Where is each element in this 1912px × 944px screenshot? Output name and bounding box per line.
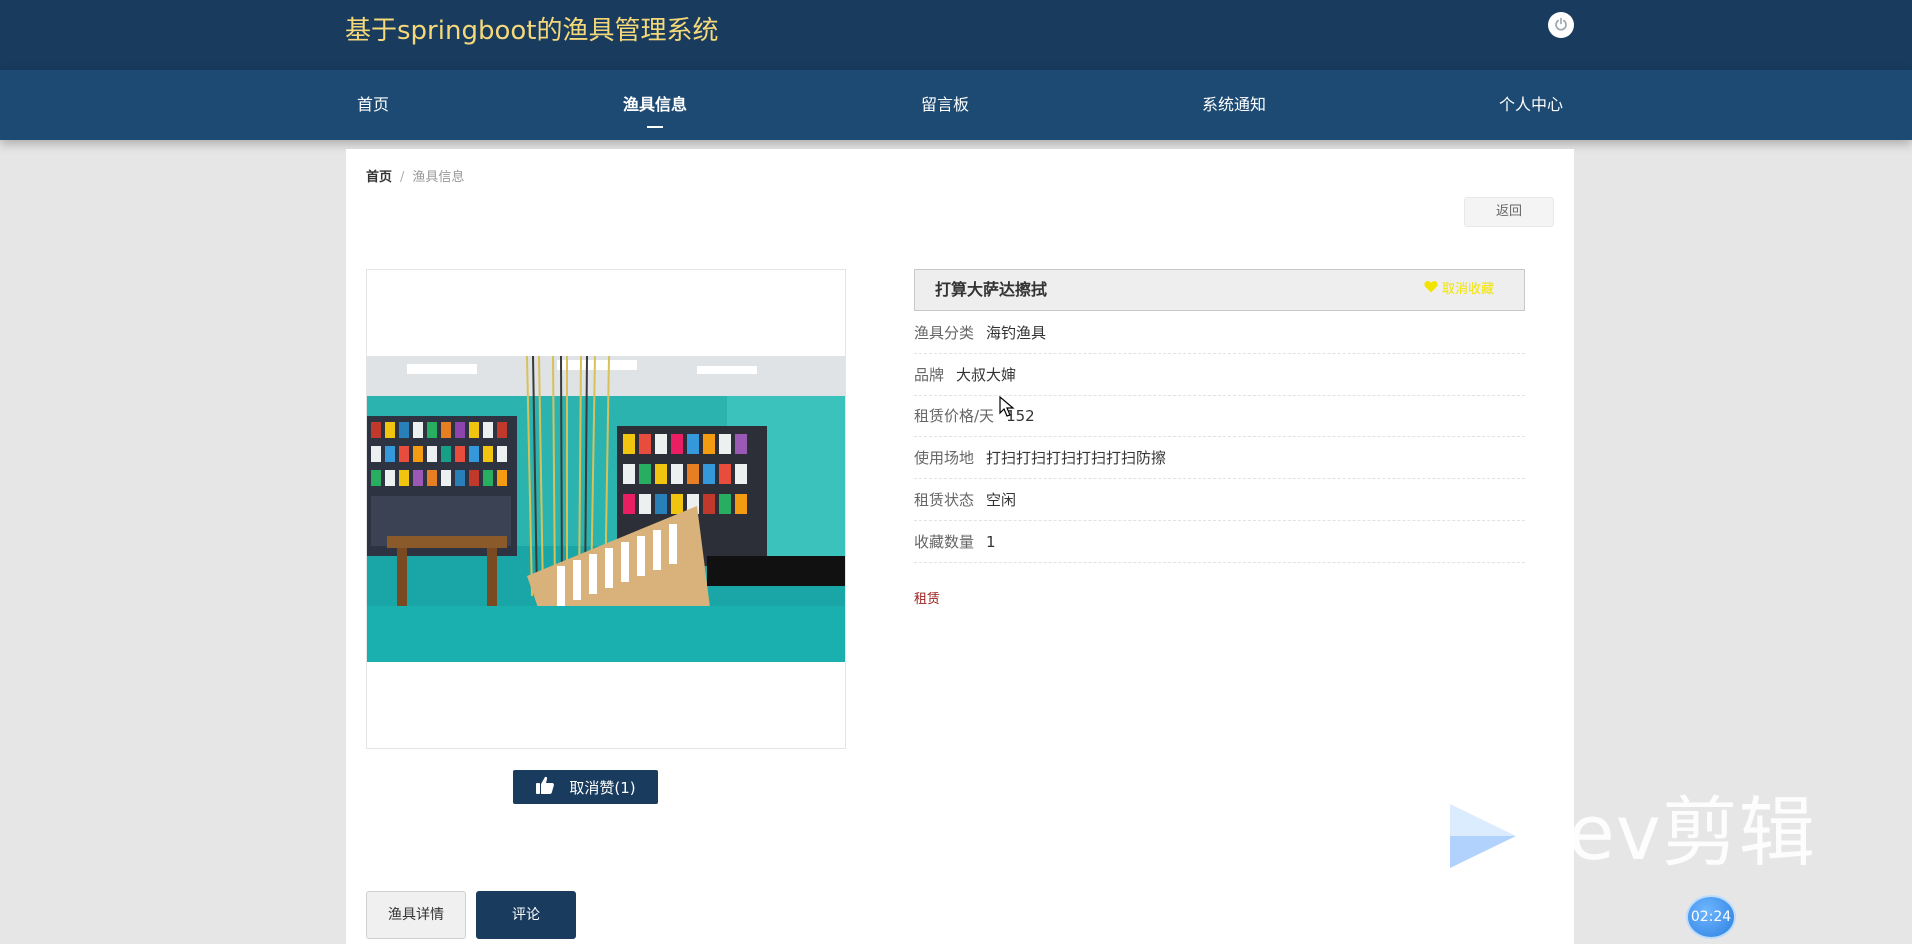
field-label: 品牌 (914, 366, 945, 384)
field-label: 租赁价格/天 (914, 407, 995, 425)
thumbs-up-icon (535, 775, 555, 799)
field-value: 打扫打扫打扫打扫打扫防擦 (986, 449, 1167, 467)
product-image-frame (366, 269, 846, 749)
heart-icon (1424, 270, 1438, 310)
field-value: 1 (986, 533, 996, 551)
product-header: 打算大萨达擦拭 取消收藏 (914, 269, 1525, 311)
field-label: 使用场地 (914, 449, 975, 467)
nav-item-message-board[interactable]: 留言板 (921, 92, 969, 118)
field-venue: 使用场地 打扫打扫打扫打扫打扫防擦 (914, 437, 1525, 479)
breadcrumb-separator: / (400, 170, 405, 185)
like-button-label: 取消赞(1) (569, 778, 636, 797)
breadcrumb-home[interactable]: 首页 (366, 170, 392, 185)
field-value: 海钓渔具 (986, 324, 1047, 342)
tab-comments[interactable]: 评论 (476, 891, 576, 939)
power-button[interactable] (1548, 12, 1574, 38)
field-value: 大叔大婶 (956, 366, 1017, 384)
watermark-text: ev剪辑 (1568, 788, 1816, 877)
field-value: 空闲 (986, 491, 1017, 509)
main-nav: 首页 渔具信息 留言板 系统通知 个人中心 (0, 70, 1912, 140)
breadcrumb: 首页 / 渔具信息 (366, 169, 464, 187)
top-header: 基于springboot的渔具管理系统 (0, 0, 1912, 70)
nav-item-label: 渔具信息 (622, 95, 688, 114)
product-image (367, 356, 845, 662)
field-label: 租赁状态 (914, 491, 975, 509)
breadcrumb-current: 渔具信息 (412, 170, 465, 185)
field-collect-count: 收藏数量 1 (914, 521, 1525, 563)
site-title: 基于springboot的渔具管理系统 (345, 16, 719, 46)
uncollect-button[interactable]: 取消收藏 (1424, 270, 1494, 310)
detail-panel: 首页 / 渔具信息 返回 取消赞(1) 打算大萨达擦拭 取消收藏 渔具分类 海钓… (346, 149, 1574, 944)
recording-timer: 02:24 (1686, 895, 1736, 939)
power-icon (1554, 16, 1568, 35)
tab-gear-details[interactable]: 渔具详情 (366, 891, 466, 939)
field-rent-status: 租赁状态 空闲 (914, 479, 1525, 521)
rent-button[interactable]: 租赁 (914, 591, 940, 609)
active-underline (646, 126, 663, 128)
nav-item-home[interactable]: 首页 (357, 92, 389, 118)
uncollect-label: 取消收藏 (1441, 282, 1494, 297)
field-value: 152 (1006, 407, 1035, 425)
like-button[interactable]: 取消赞(1) (513, 770, 658, 804)
back-button[interactable]: 返回 (1464, 197, 1554, 227)
nav-item-notifications[interactable]: 系统通知 (1202, 92, 1266, 118)
nav-item-fishing-gear[interactable]: 渔具信息 (622, 92, 688, 128)
field-brand: 品牌 大叔大婶 (914, 354, 1525, 396)
field-label: 渔具分类 (914, 324, 975, 342)
field-label: 收藏数量 (914, 533, 975, 551)
nav-item-personal-center[interactable]: 个人中心 (1499, 92, 1563, 118)
product-name: 打算大萨达擦拭 (935, 280, 1048, 299)
field-category: 渔具分类 海钓渔具 (914, 312, 1525, 354)
field-rent-price: 租赁价格/天 152 (914, 395, 1525, 437)
